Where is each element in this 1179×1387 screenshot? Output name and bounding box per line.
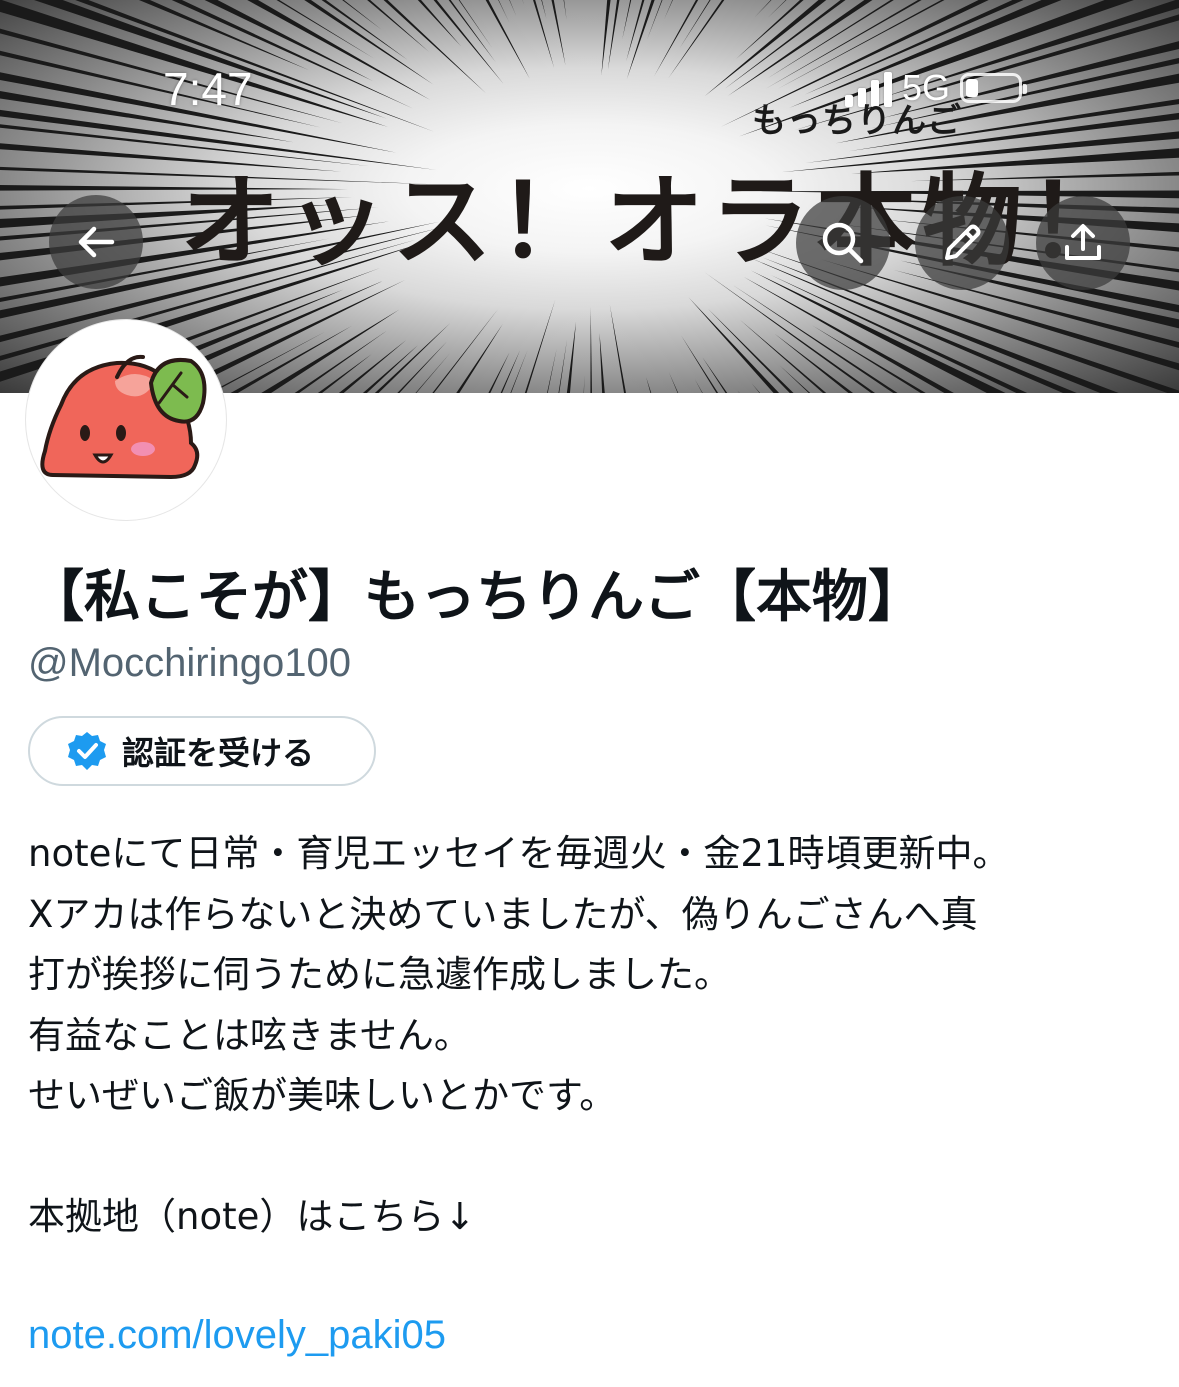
profile-link[interactable]: note.com/lovely_paki05 bbox=[28, 1313, 446, 1358]
search-button[interactable] bbox=[796, 196, 890, 290]
bio-line: noteにて日常・育児エッセイを毎週火・金21時頃更新中。 bbox=[28, 832, 1010, 875]
bio-line: 本拠地（note）はこちら↓ bbox=[28, 1195, 476, 1238]
get-verified-button[interactable]: 認証を受ける bbox=[28, 716, 376, 786]
edit-button[interactable] bbox=[915, 196, 1009, 290]
bio-line: せいぜいご飯が美味しいとかです。 bbox=[28, 1074, 617, 1117]
bio-line: 打が挨拶に伺うために急遽作成しました。 bbox=[28, 953, 731, 996]
battery-icon bbox=[960, 73, 1028, 103]
display-name: 【私こそが】もっちりんご【本物】 bbox=[28, 565, 924, 630]
bio-line bbox=[28, 1248, 1009, 1309]
apple-mascot-image bbox=[40, 354, 207, 480]
arrow-left-icon bbox=[78, 226, 115, 258]
bio-line bbox=[28, 1127, 1009, 1188]
pencil-icon bbox=[945, 224, 981, 260]
user-handle: @Mocchiringo100 bbox=[28, 641, 351, 685]
profile-avatar[interactable] bbox=[26, 320, 226, 520]
get-verified-label: 認証を受ける bbox=[122, 734, 315, 772]
banner-subtitle: もっちりんご bbox=[752, 101, 962, 141]
status-time: 7:47 bbox=[163, 63, 253, 115]
share-button[interactable] bbox=[1036, 196, 1130, 290]
back-button[interactable] bbox=[49, 195, 143, 289]
search-icon bbox=[822, 222, 864, 264]
bio-line: Xアカは作らないと決めていましたが、偽りんごさんへ真 bbox=[28, 892, 978, 936]
profile-bio: noteにて日常・育児エッセイを毎週火・金21時頃更新中。 Xアカは作らないと決… bbox=[28, 824, 1009, 1308]
share-icon bbox=[1065, 224, 1101, 260]
bio-line: 有益なことは呟きません。 bbox=[28, 1013, 471, 1057]
verified-badge-icon bbox=[68, 732, 106, 770]
